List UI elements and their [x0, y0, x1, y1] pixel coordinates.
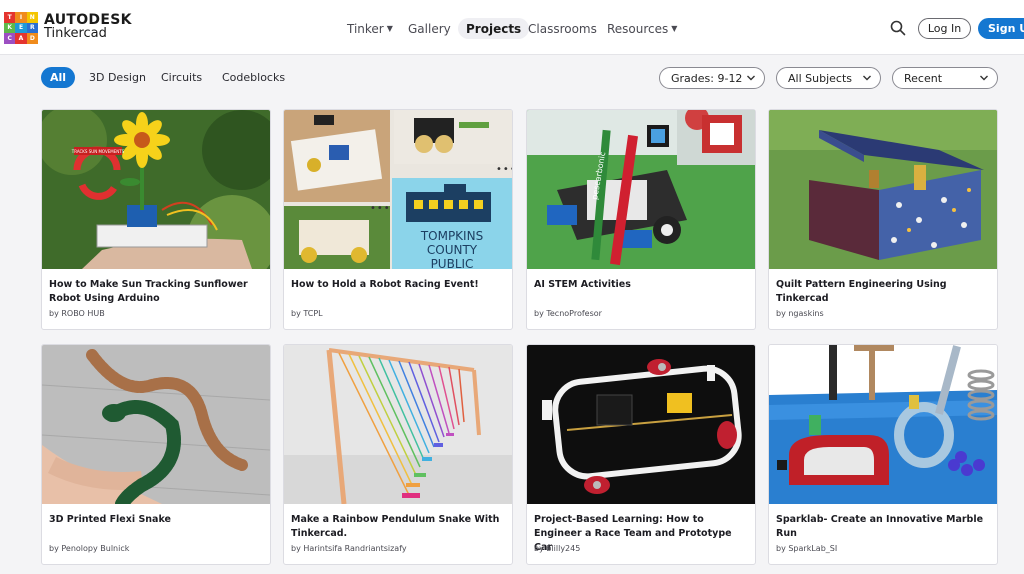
- logo-tile: K: [4, 22, 16, 34]
- thumb-label: TRACKS SUN MOVEMENTS: [71, 149, 125, 154]
- logo-tile: T: [4, 12, 16, 23]
- logo-tile: I: [15, 12, 27, 23]
- thumb-label: COUNTY: [427, 243, 478, 257]
- card-title[interactable]: How to Hold a Robot Racing Event!: [291, 278, 507, 292]
- project-thumbnail[interactable]: [769, 345, 997, 504]
- tinkercad-logo[interactable]: TINKERCAD: [4, 12, 38, 44]
- brand-tinkercad: Tinkercad: [44, 26, 107, 41]
- sort-select[interactable]: Recent: [892, 67, 998, 89]
- project-card[interactable]: pescarbonic AI STEM Activities by TecnoP…: [526, 109, 756, 330]
- project-thumbnail[interactable]: TRACKS SUN MOVEMENTS: [42, 110, 270, 269]
- nav-tinker[interactable]: Tinker ▼: [347, 18, 393, 39]
- brand-autodesk: AUTODESK: [44, 12, 132, 28]
- project-card[interactable]: Make a Rainbow Pendulum Snake With Tinke…: [283, 344, 513, 565]
- project-card[interactable]: TRACKS SUN MOVEMENTS How to Make Sun Tra…: [41, 109, 271, 330]
- card-author[interactable]: by Penolopy Bulnick: [49, 544, 129, 553]
- project-thumbnail[interactable]: [284, 345, 512, 504]
- subject-select-value: All Subjects: [788, 71, 852, 85]
- card-author[interactable]: by blilly245: [534, 544, 580, 553]
- chevron-down-icon: [747, 75, 755, 81]
- tab-codeblocks[interactable]: Codeblocks: [222, 67, 285, 88]
- project-card[interactable]: Quilt Pattern Engineering Using Tinkerca…: [768, 109, 998, 330]
- card-title[interactable]: Sparklab- Create an Innovative Marble Ru…: [776, 513, 992, 541]
- top-nav-bar: TINKERCAD AUTODESK Tinkercad Tinker ▼ Ga…: [0, 0, 1024, 55]
- card-author[interactable]: by Harintsifa Randriantsizafy: [291, 544, 407, 553]
- nav-tinker-label: Tinker: [347, 21, 384, 36]
- chevron-down-icon: ▼: [671, 24, 678, 33]
- project-card[interactable]: TOMPKINS COUNTY PUBLIC ••• ••• How to Ho…: [283, 109, 513, 330]
- search-icon[interactable]: [890, 20, 906, 36]
- nav-classrooms[interactable]: Classrooms: [528, 18, 597, 39]
- tab-3d-design[interactable]: 3D Design: [89, 67, 146, 88]
- subject-select[interactable]: All Subjects: [776, 67, 881, 89]
- project-thumbnail[interactable]: [769, 110, 997, 269]
- card-title[interactable]: AI STEM Activities: [534, 278, 750, 292]
- project-thumbnail[interactable]: pescarbonic: [527, 110, 755, 269]
- card-author[interactable]: by ROBO HUB: [49, 309, 105, 318]
- logo-tile: D: [26, 33, 38, 44]
- sort-select-value: Recent: [904, 71, 943, 85]
- logo-tile: A: [15, 33, 27, 44]
- project-card[interactable]: Project-Based Learning: How to Engineer …: [526, 344, 756, 565]
- card-author[interactable]: by TCPL: [291, 309, 323, 318]
- thumb-label: TOMPKINS: [420, 229, 483, 243]
- grade-select[interactable]: Grades: 9-12: [659, 67, 765, 89]
- nav-projects[interactable]: Projects: [458, 18, 530, 39]
- login-button[interactable]: Log In: [918, 18, 971, 39]
- card-title[interactable]: Quilt Pattern Engineering Using Tinkerca…: [776, 278, 992, 306]
- card-author[interactable]: by ngaskins: [776, 309, 824, 318]
- card-author[interactable]: by TecnoProfesor: [534, 309, 602, 318]
- nav-gallery[interactable]: Gallery: [408, 18, 451, 39]
- project-thumbnail[interactable]: [42, 345, 270, 504]
- nav-resources-label: Resources: [607, 21, 669, 36]
- more-options-icon[interactable]: •••: [496, 164, 512, 175]
- project-thumbnail[interactable]: TOMPKINS COUNTY PUBLIC: [284, 110, 512, 269]
- nav-resources[interactable]: Resources ▼: [607, 18, 677, 39]
- project-card[interactable]: Sparklab- Create an Innovative Marble Ru…: [768, 344, 998, 565]
- chevron-down-icon: [980, 75, 988, 81]
- chevron-down-icon: ▼: [386, 24, 393, 33]
- tab-all[interactable]: All: [41, 67, 75, 88]
- more-options-icon[interactable]: •••: [370, 203, 391, 214]
- tab-circuits[interactable]: Circuits: [161, 67, 202, 88]
- card-title[interactable]: How to Make Sun Tracking Sunflower Robot…: [49, 278, 265, 306]
- card-title[interactable]: 3D Printed Flexi Snake: [49, 513, 265, 527]
- signup-button[interactable]: Sign Up: [978, 18, 1024, 39]
- project-card[interactable]: 3D Printed Flexi Snake by Penolopy Bulni…: [41, 344, 271, 565]
- chevron-down-icon: [863, 75, 871, 81]
- logo-tile: N: [26, 12, 38, 23]
- card-title[interactable]: Make a Rainbow Pendulum Snake With Tinke…: [291, 513, 507, 541]
- thumb-label: PUBLIC: [431, 257, 474, 269]
- card-author[interactable]: by SparkLab_SI: [776, 544, 837, 553]
- logo-tile: C: [4, 33, 16, 44]
- logo-tile: R: [26, 22, 38, 34]
- grade-select-value: Grades: 9-12: [671, 71, 743, 85]
- project-thumbnail[interactable]: [527, 345, 755, 504]
- brand-wordmark[interactable]: AUTODESK Tinkercad: [44, 13, 132, 41]
- logo-tile: E: [15, 22, 27, 34]
